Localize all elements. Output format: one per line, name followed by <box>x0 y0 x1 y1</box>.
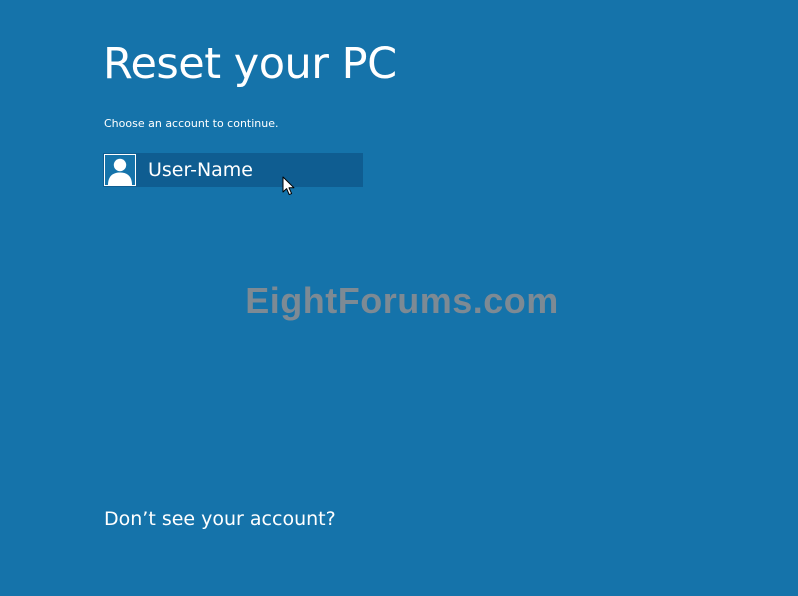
dont-see-account-link[interactable]: Don’t see your account? <box>104 506 336 532</box>
mouse-pointer-icon <box>282 176 296 196</box>
page-title: Reset your PC <box>103 39 397 89</box>
user-avatar-icon <box>104 154 136 186</box>
account-name: User-Name <box>148 159 254 181</box>
account-tile[interactable]: User-Name <box>103 153 363 187</box>
instruction-text: Choose an account to continue. <box>104 117 279 130</box>
watermark: EightForums.com <box>245 280 559 321</box>
